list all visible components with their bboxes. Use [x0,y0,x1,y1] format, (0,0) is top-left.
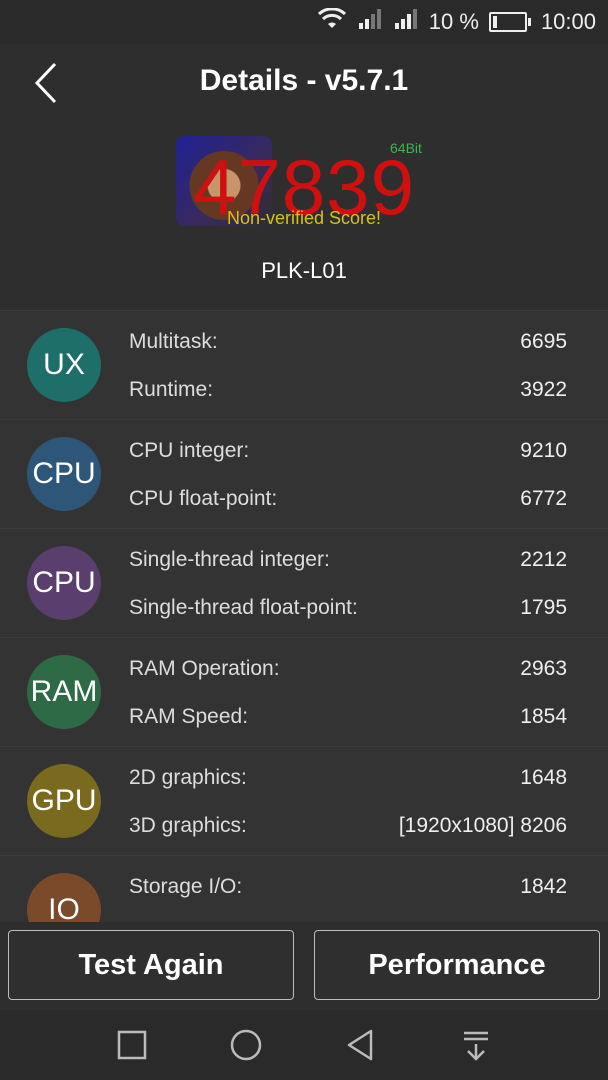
status-icons: 10 % 10:00 [317,0,596,44]
row-value: [1920x1080] 8206 [398,814,567,837]
category-ux: UX Multitask: 6695 Runtime: 3922 [0,310,608,419]
category-cpu: CPU CPU integer: 9210 CPU float-point: 6… [0,419,608,528]
row-label: Runtime: [129,378,214,401]
row-label: Multitask: [129,330,218,353]
row-value: 3922 [520,378,567,401]
back-triangle-icon[interactable] [343,1028,377,1062]
row-label: CPU integer: [129,439,250,462]
row-label: 2D graphics: [129,766,247,789]
battery-icon [488,12,531,32]
device-model: PLK-L01 [261,258,347,283]
score-row: Single-thread integer: 2212 [129,545,567,575]
row-value: 1854 [520,705,567,728]
signal-icon [357,8,383,36]
wifi-icon [317,7,347,36]
score-row: CPU integer: 9210 [129,436,567,466]
row-value: 9210 [520,439,567,462]
verification-note: Non-verified Score! [226,208,382,228]
score-row: Storage I/O: 1842 [129,872,567,902]
row-value: 6772 [520,487,567,510]
test-again-button[interactable]: Test Again [8,930,294,1000]
home-icon[interactable] [229,1028,263,1062]
ux-icon: UX [27,328,101,402]
performance-button[interactable]: Performance [314,930,600,1000]
category-io: IO Storage I/O: 1842 [0,855,608,922]
signal-icon [393,8,419,36]
score-row: RAM Speed: 1854 [129,702,567,732]
score-panel: 47839 64Bit Non-verified Score! PLK-L01 [0,130,608,310]
score-row: Single-thread float-point: 1795 [129,593,567,623]
page-title: Details - v5.7.1 [199,64,409,97]
category-ram: RAM RAM Operation: 2963 RAM Speed: 1854 [0,637,608,746]
score-row: CPU float-point: 6772 [129,484,567,514]
score-breakdown-list[interactable]: UX Multitask: 6695 Runtime: 3922 CPU CPU… [0,310,608,922]
cpu-icon: CPU [27,546,101,620]
clock: 10:00 [540,9,596,34]
row-value: 1795 [520,596,567,619]
row-value: 2212 [520,548,567,571]
app-header: Details - v5.7.1 [0,44,608,124]
status-bar: 10 % 10:00 [0,0,608,44]
bit-label: 64Bit [390,140,422,156]
score-row: 2D graphics: 1648 [129,763,567,793]
score-row: Runtime: 3922 [129,375,567,405]
row-label: CPU float-point: [129,487,278,510]
row-label: Single-thread integer: [129,548,330,571]
io-icon: IO [27,873,101,922]
row-value: 2963 [520,657,567,680]
category-cpu-single-thread: CPU Single-thread integer: 2212 Single-t… [0,528,608,637]
row-value: 6695 [520,330,567,353]
row-label: RAM Speed: [129,705,249,728]
notification-pull-icon[interactable] [459,1028,493,1062]
category-gpu: GPU 2D graphics: 1648 3D graphics: [1920… [0,746,608,855]
row-value: 1842 [520,875,567,898]
score-row: RAM Operation: 2963 [129,654,567,684]
cpu-icon: CPU [27,437,101,511]
row-label: RAM Operation: [129,657,280,680]
battery-percent: 10 % [428,9,479,34]
action-bar: Test Again Performance [0,922,608,1022]
score-row: 3D graphics: [1920x1080] 8206 [129,811,567,841]
row-label: Storage I/O: [129,875,243,898]
row-label: 3D graphics: [129,814,247,837]
system-nav-bar [0,1010,608,1080]
row-label: Single-thread float-point: [129,596,358,619]
recent-apps-icon[interactable] [115,1028,149,1062]
score-row: Multitask: 6695 [129,327,567,357]
ram-icon: RAM [27,655,101,729]
row-value: 1648 [520,766,567,789]
gpu-icon: GPU [27,764,101,838]
